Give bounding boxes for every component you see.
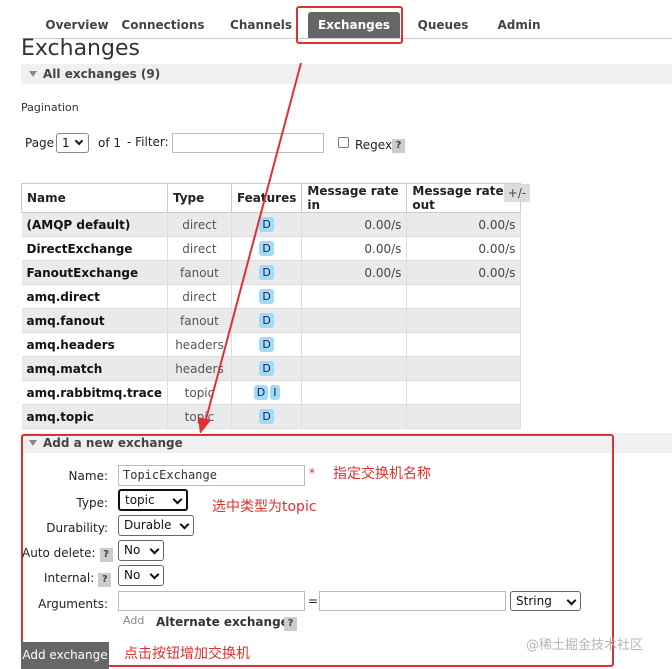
alternate-exchange-link[interactable]: Alternate exchange <box>156 615 289 629</box>
internal-label-group: Internal:? <box>44 571 124 587</box>
internal-label: Internal: <box>44 571 95 585</box>
internal-select-value: No <box>124 568 141 582</box>
equals-sign: = <box>308 594 319 608</box>
watermark: @稀土掘金技术社区 <box>526 638 644 653</box>
auto-delete-label-group: Auto delete:? <box>22 546 122 562</box>
alternate-exchange-help-icon[interactable]: ? <box>284 617 297 631</box>
auto-delete-help-icon[interactable]: ? <box>99 548 113 562</box>
argument-key-input[interactable] <box>118 591 305 611</box>
auto-delete-select[interactable]: No <box>118 540 164 561</box>
argument-type-select[interactable]: String <box>510 591 581 611</box>
chevron-down-icon <box>172 494 183 505</box>
exchange-type-select[interactable]: topic <box>118 489 188 511</box>
name-label: Name: <box>68 469 108 483</box>
type-label: Type: <box>76 496 108 510</box>
required-asterisk: * <box>309 466 315 480</box>
exchange-name-input[interactable]: TopicExchange <box>118 465 305 486</box>
add-argument-link[interactable]: Add <box>123 614 144 627</box>
internal-help-icon[interactable]: ? <box>98 573 112 587</box>
durability-select[interactable]: Durable <box>118 515 194 536</box>
durability-select-value: Durable <box>124 518 172 532</box>
chevron-down-icon <box>149 544 160 555</box>
annotation-type-note: 选中类型为topic <box>212 499 317 515</box>
argument-value-input[interactable] <box>319 591 506 611</box>
chevron-down-icon <box>566 595 577 606</box>
annotation-button-note: 点击按钮增加交换机 <box>124 646 250 662</box>
durability-label: Durability: <box>46 521 108 535</box>
add-exchange-button[interactable]: Add exchange <box>21 642 109 669</box>
arguments-label: Arguments: <box>38 597 108 611</box>
annotation-name-note: 指定交换机名称 <box>333 466 431 482</box>
chevron-down-icon <box>149 569 160 580</box>
arg-type-select-value: String <box>516 594 552 608</box>
auto-delete-select-value: No <box>124 543 141 557</box>
chevron-down-icon <box>179 519 190 530</box>
internal-select[interactable]: No <box>118 565 164 586</box>
type-select-value: topic <box>125 493 155 507</box>
auto-delete-label: Auto delete: <box>22 546 96 560</box>
